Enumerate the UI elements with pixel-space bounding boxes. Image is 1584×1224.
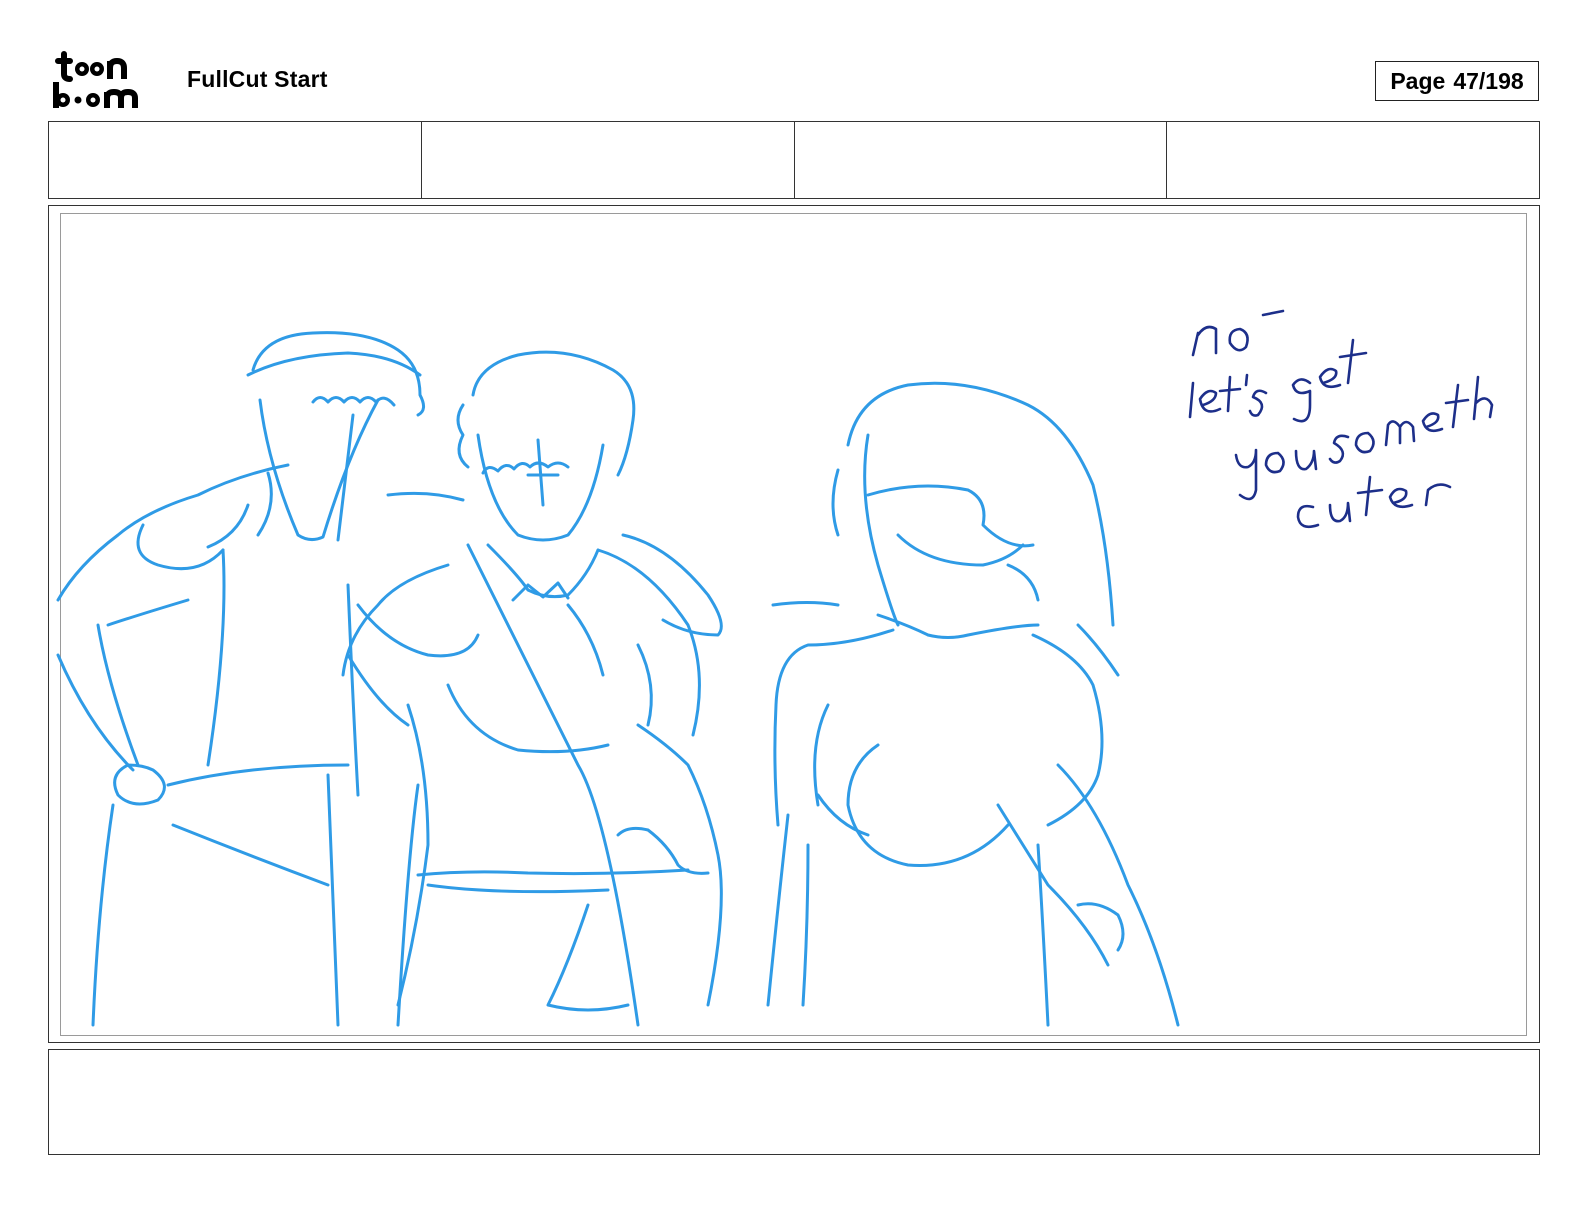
page-label: Page xyxy=(1390,67,1446,94)
handwritten-note xyxy=(1188,309,1494,529)
character-middle xyxy=(341,350,723,1027)
project-title: FullCut Start xyxy=(187,66,328,92)
info-cell-3 xyxy=(795,122,1168,198)
notes-box xyxy=(48,1049,1540,1155)
character-left xyxy=(56,331,465,1027)
toon-boom-logo xyxy=(53,51,138,108)
character-right xyxy=(766,381,1180,1027)
panel-sketch xyxy=(56,309,1494,1027)
info-cell-2 xyxy=(422,122,795,198)
info-cell-1 xyxy=(49,122,422,198)
panel-info-row xyxy=(48,121,1540,199)
page-indicator: Page 47/198 xyxy=(1375,61,1539,101)
info-cell-4 xyxy=(1167,122,1539,198)
page-number: 47/198 xyxy=(1453,67,1524,94)
character-sketches xyxy=(56,331,1180,1027)
